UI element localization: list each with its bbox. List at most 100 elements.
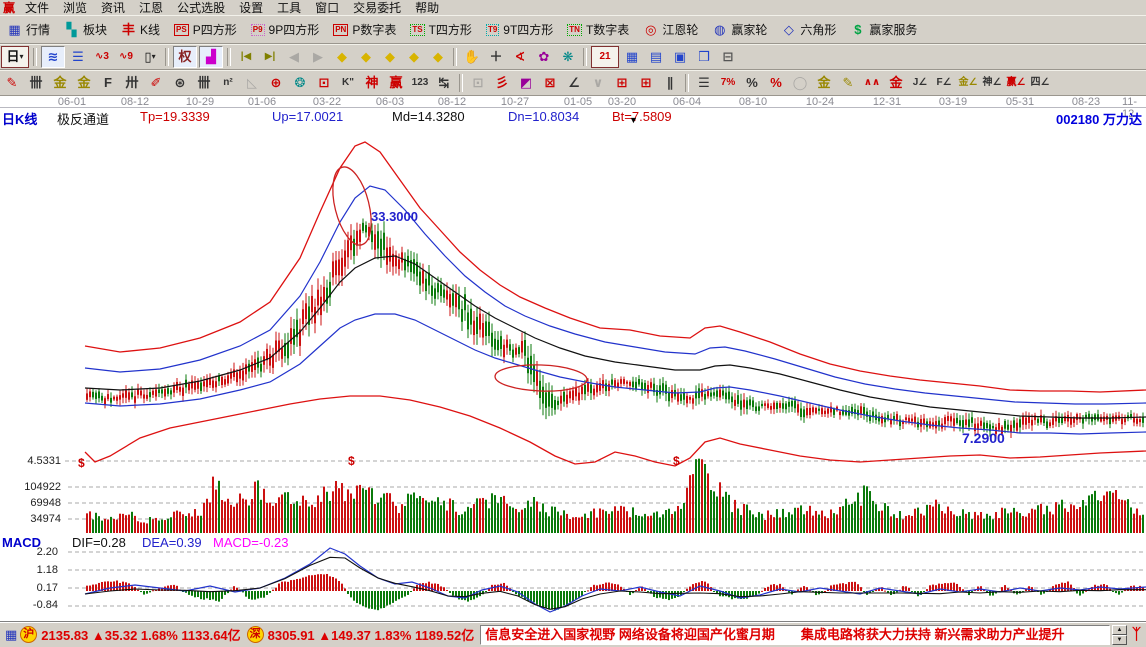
restore-rights-tool[interactable]: 权 (173, 46, 197, 68)
chevron-down-icon[interactable]: ▾ (152, 48, 156, 66)
shen-grid-tool[interactable]: 神 (361, 73, 383, 93)
spinner-up-button[interactable]: ▲ (1112, 625, 1127, 635)
menu-item-3[interactable]: 江恩 (132, 0, 170, 16)
diamond-compress-button[interactable]: ◆ (403, 47, 425, 67)
k-quote-tool[interactable]: K" (337, 73, 359, 93)
gold-circle-tool[interactable]: ◯ (789, 73, 811, 93)
spinner-down-button[interactable]: ▼ (1112, 635, 1127, 645)
gold-brush-tool[interactable]: ✎ (837, 73, 859, 93)
spiral-grid-tool[interactable]: 卅 (121, 73, 143, 93)
period-day-dropdown[interactable]: 日▾ (1, 46, 29, 68)
menu-item-2[interactable]: 资讯 (94, 0, 132, 16)
t-number-table-button[interactable]: TNT数字表 (560, 16, 636, 43)
menu-item-8[interactable]: 交易委托 (346, 0, 408, 16)
gann-shell-tool[interactable]: ❋ (557, 47, 579, 67)
width-measure-tool[interactable]: ↹ (433, 73, 455, 93)
four-angle-tool[interactable]: 四∠ (1029, 73, 1051, 93)
time-grid-tool[interactable]: 卌 (25, 73, 47, 93)
circle-cross-tool[interactable]: ⊕ (265, 73, 287, 93)
winner-wheel-button[interactable]: ◍赢家轮 (705, 16, 774, 43)
pen-2-tool[interactable]: ✐ (145, 73, 167, 93)
t-square-button[interactable]: TST四方形 (403, 16, 479, 43)
candle-style-dropdown[interactable]: ▯▾ (139, 47, 161, 67)
f-angle-tool[interactable]: F∠ (933, 73, 955, 93)
plain-grid-tool[interactable]: 卌 (193, 73, 215, 93)
calendar-21-button[interactable]: 21 (591, 46, 619, 68)
trend-mode-tool[interactable]: ≋ (41, 46, 65, 68)
last-page-button[interactable]: ▶| (259, 47, 281, 67)
menu-item-5[interactable]: 设置 (232, 0, 270, 16)
menu-item-9[interactable]: 帮助 (408, 0, 446, 16)
menu-item-1[interactable]: 浏览 (56, 0, 94, 16)
menu-item-6[interactable]: 工具 (270, 0, 308, 16)
chevron-down-icon[interactable]: ▾ (20, 48, 24, 66)
gann-flower-tool[interactable]: ✿ (533, 47, 555, 67)
gold-levels-tool[interactable]: 金 (813, 73, 835, 93)
n2-grid-tool[interactable]: n² (217, 73, 239, 93)
gold-grid-tool[interactable]: 金 (49, 73, 71, 93)
save-button[interactable]: ▣ (669, 47, 691, 67)
fan-square-tool[interactable]: ◩ (515, 73, 537, 93)
zigzag-tool[interactable]: ∨ (587, 73, 609, 93)
quote-grid-icon[interactable]: ▦ (5, 627, 17, 643)
p-square-button[interactable]: PSP四方形 (167, 16, 244, 43)
percent-lines-tool[interactable]: % (765, 73, 787, 93)
9p-square-button[interactable]: P99P四方形 (244, 16, 326, 43)
notepad-button[interactable]: ▤ (645, 47, 667, 67)
quotes-button[interactable]: ▦行情 (0, 16, 57, 43)
calculator-button[interactable]: ▦ (621, 47, 643, 67)
wave-3-tool[interactable]: ∿3 (91, 47, 113, 67)
menu-item-0[interactable]: 文件 (18, 0, 56, 16)
numbered-grid-tool[interactable]: 123 (409, 73, 431, 93)
gold-grid-2-tool[interactable]: 金 (73, 73, 95, 93)
hexagon-button[interactable]: ◇六角形 (774, 16, 843, 43)
diamond-reset-button[interactable]: ◆ (427, 47, 449, 67)
percent-retrace-tool[interactable]: 7% (717, 73, 739, 93)
parallel-lines-tool[interactable]: ∥ (659, 73, 681, 93)
fib-grid-tool[interactable]: F (97, 73, 119, 93)
angle-lines-tool[interactable]: ∠ (563, 73, 585, 93)
winner-service-button[interactable]: $赢家服务 (843, 16, 924, 43)
percent-tool[interactable]: % (741, 73, 763, 93)
diamond-expand-button[interactable]: ◆ (379, 47, 401, 67)
protractor-tool[interactable]: ◺ (241, 73, 263, 93)
9t-square-button[interactable]: T99T四方形 (479, 16, 560, 43)
gold-box-tool[interactable]: 金 (885, 73, 907, 93)
grid-box-2-tool[interactable]: ⊞ (635, 73, 657, 93)
kline-button[interactable]: 丰K线 (114, 16, 167, 43)
info-list-tool[interactable]: ☰ (67, 47, 89, 67)
sectors-button[interactable]: ▚板块 (57, 16, 114, 43)
crosshair-tool[interactable]: ＋ (485, 47, 507, 67)
petal-circle-tool[interactable]: ❂ (289, 73, 311, 93)
double-top-tool[interactable]: ∧∧ (861, 73, 883, 93)
next-screen-button[interactable]: ▶ (307, 47, 329, 67)
pan-hand-tool[interactable]: ✋ (461, 47, 483, 67)
ying-angle-tool[interactable]: 赢∠ (1005, 73, 1027, 93)
menu-item-4[interactable]: 公式选股 (170, 0, 232, 16)
grid-box-tool[interactable]: ⊞ (611, 73, 633, 93)
gann-wheel-button[interactable]: ◎江恩轮 (636, 16, 705, 43)
net-square-tool[interactable]: ⊠ (539, 73, 561, 93)
boxed-circle-tool[interactable]: ⊡ (313, 73, 335, 93)
level-steps-tool[interactable]: ☰ (693, 73, 715, 93)
gold-angle-tool[interactable]: 金∠ (957, 73, 979, 93)
angle-measure-tool[interactable]: ∢ (509, 47, 531, 67)
p-number-table-button[interactable]: PNP数字表 (326, 16, 403, 43)
volume-bar (578, 518, 580, 533)
first-page-button[interactable]: |◀ (235, 47, 257, 67)
circle-gauge-tool[interactable]: ⊛ (169, 73, 191, 93)
ying-grid-tool[interactable]: 赢 (385, 73, 407, 93)
print-button[interactable]: ⊟ (717, 47, 739, 67)
net-save-button[interactable]: ❒ (693, 47, 715, 67)
wave-9-tool[interactable]: ∿9 (115, 47, 137, 67)
diamond-shrink-left-button[interactable]: ◆ (331, 47, 353, 67)
intraday-chart-tool[interactable]: ▟ (199, 46, 223, 68)
shen-angle-tool[interactable]: 神∠ (981, 73, 1003, 93)
frame-tool[interactable]: ⊡ (467, 73, 489, 93)
j-angle-tool[interactable]: J∠ (909, 73, 931, 93)
diamond-shrink-right-button[interactable]: ◆ (355, 47, 377, 67)
prev-screen-button[interactable]: ◀ (283, 47, 305, 67)
gann-fan-tool[interactable]: 彡 (491, 73, 513, 93)
menu-item-7[interactable]: 窗口 (308, 0, 346, 16)
pen-tool[interactable]: ✎ (1, 73, 23, 93)
